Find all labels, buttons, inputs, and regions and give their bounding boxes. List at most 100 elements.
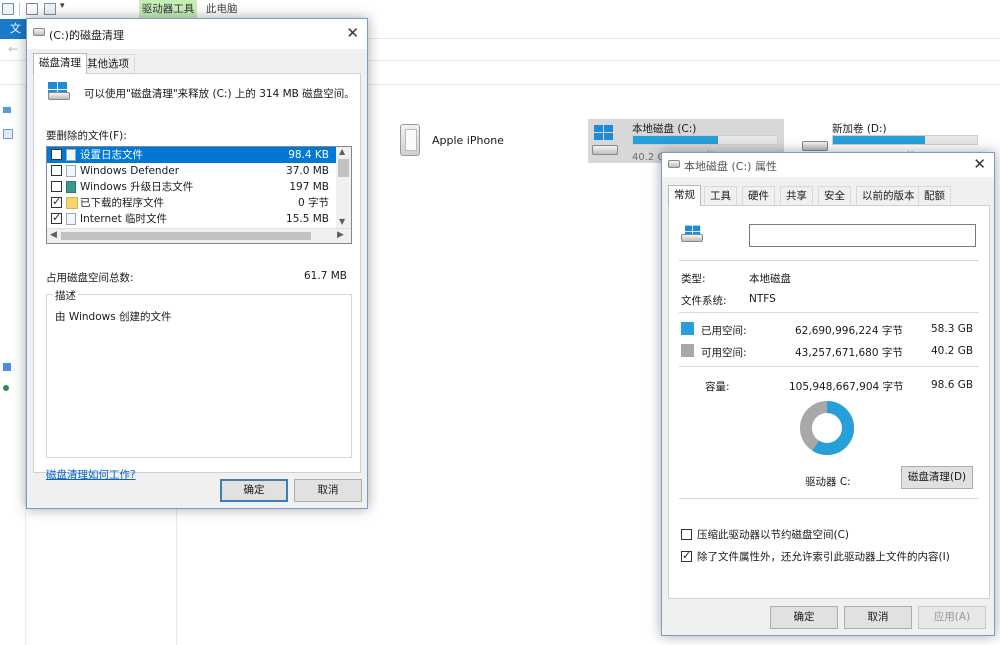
drive-letter-label: 驱动器 C: (805, 476, 851, 488)
new-folder-icon[interactable] (44, 3, 56, 15)
list-item[interactable]: 已下载的程序文件 0 字节 (47, 195, 337, 211)
apply-button[interactable]: 应用(A) (918, 606, 986, 629)
chevron-left-icon[interactable]: ◀ (50, 230, 57, 240)
free-space-bytes: 43,257,671,680 字节 (795, 347, 903, 359)
homegroup-icon[interactable] (3, 385, 9, 391)
tab-more-options[interactable]: 其他选项 (81, 54, 135, 73)
divider (679, 312, 979, 313)
divider (679, 498, 979, 499)
ok-button[interactable]: 确定 (770, 606, 838, 629)
capacity-bytes: 105,948,667,904 字节 (789, 381, 904, 393)
list-item[interactable]: Internet 临时文件 15.5 MB (47, 211, 337, 227)
tab-quota[interactable]: 配额 (918, 186, 951, 205)
tab-hardware[interactable]: 硬件 (742, 186, 775, 205)
drive-name: 新加卷 (D:) (832, 123, 887, 135)
index-label[interactable]: 除了文件属性外，还允许索引此驱动器上文件的内容(I) (697, 549, 950, 564)
tab-this-pc[interactable]: 此电脑 (206, 0, 238, 19)
free-space-gb: 40.2 GB (931, 345, 974, 357)
close-icon[interactable]: ✕ (346, 24, 359, 42)
file-name: Windows Defender (80, 165, 180, 177)
chevron-down-icon[interactable]: ▼ (339, 217, 345, 226)
ok-button[interactable]: 确定 (220, 479, 288, 502)
folder-icon (66, 197, 78, 209)
compress-label[interactable]: 压缩此驱动器以节约磁盘空间(C) (697, 527, 849, 542)
customize-dropdown-icon[interactable]: ▾ (60, 1, 65, 11)
used-space-swatch (681, 322, 694, 335)
drive-usage-fill (633, 136, 718, 144)
used-space-gb: 58.3 GB (931, 323, 974, 335)
divider (679, 260, 979, 261)
file-name: 已下载的程序文件 (80, 197, 164, 209)
toolbar-separator (19, 2, 20, 16)
drive-icon (33, 28, 45, 36)
cleanup-intro-text: 可以使用"磁盘清理"来释放 (C:) 上的 314 MB 磁盘空间。 (84, 88, 355, 100)
drive-name-input[interactable] (749, 224, 976, 247)
divider (679, 366, 979, 367)
onedrive-icon[interactable] (3, 107, 11, 113)
total-space-value: 61.7 MB (304, 270, 347, 282)
document-icon (66, 149, 76, 161)
used-space-bytes: 62,690,996,224 字节 (795, 325, 903, 337)
cancel-button[interactable]: 取消 (844, 606, 912, 629)
compress-checkbox[interactable] (681, 529, 692, 540)
hard-drive-icon (592, 145, 618, 155)
close-icon[interactable]: ✕ (973, 155, 986, 173)
capacity-gb: 98.6 GB (931, 379, 974, 391)
file-checkbox[interactable] (51, 181, 62, 192)
tab-drive-tools[interactable]: 驱动器工具 (139, 0, 197, 19)
disk-cleanup-button[interactable]: 磁盘清理(D) (901, 466, 973, 489)
dialog-title: 本地磁盘 (C:) 属性 (684, 160, 777, 173)
capacity-label: 容量: (705, 381, 730, 393)
tab-sharing[interactable]: 共享 (780, 186, 813, 205)
computer-icon[interactable] (2, 3, 14, 15)
back-arrow-icon[interactable]: ← (8, 42, 18, 56)
usage-donut-chart (800, 401, 854, 455)
document-icon (66, 213, 76, 225)
chevron-right-icon[interactable]: ▶ (337, 230, 344, 240)
general-panel: 类型: 本地磁盘 文件系统: NTFS 已用空间: 62,690,996,224… (668, 205, 990, 599)
file-checkbox[interactable] (51, 195, 62, 208)
how-cleanup-works-link[interactable]: 磁盘清理如何工作? (46, 467, 136, 482)
properties-icon[interactable] (26, 3, 38, 15)
properties-tabs: 常规 工具 硬件 共享 安全 以前的版本 配额 (668, 185, 988, 206)
index-checkbox[interactable] (681, 549, 692, 562)
file-size: 98.4 KB (288, 149, 329, 161)
tab-previous-versions[interactable]: 以前的版本 (856, 186, 921, 205)
navigation-pane (0, 85, 26, 645)
horizontal-scrollbar[interactable]: ◀ ▶ (47, 228, 351, 243)
scrollbar-thumb[interactable] (338, 159, 349, 177)
filesystem-label: 文件系统: (681, 295, 727, 307)
free-space-label: 可用空间: (701, 347, 747, 359)
tab-file[interactable]: 文 (0, 19, 28, 39)
tab-security[interactable]: 安全 (818, 186, 851, 205)
file-checkbox[interactable] (51, 149, 62, 160)
document-icon (66, 165, 76, 177)
pane-divider (176, 508, 177, 645)
tab-disk-cleanup[interactable]: 磁盘清理 (33, 53, 87, 74)
total-space-label: 占用磁盘空间总数: (46, 272, 134, 284)
hard-drive-icon (48, 92, 70, 100)
tab-general[interactable]: 常规 (668, 185, 701, 206)
chevron-up-icon[interactable]: ▲ (339, 147, 345, 156)
tab-tools[interactable]: 工具 (704, 186, 737, 205)
drive-usage-bar (632, 135, 778, 145)
device-iphone[interactable]: Apple iPhone (398, 122, 538, 162)
files-to-delete-label: 要删除的文件(F): (46, 130, 127, 142)
list-item[interactable]: Windows Defender 37.0 MB (47, 163, 337, 179)
network-icon[interactable] (3, 363, 11, 371)
cleanup-titlebar: (C:)的磁盘清理 ✕ (27, 19, 367, 49)
list-item[interactable]: Windows 升级日志文件 197 MB (47, 179, 337, 195)
file-checkbox[interactable] (51, 165, 62, 176)
list-item[interactable]: 设置日志文件 98.4 KB (47, 147, 337, 163)
used-space-label: 已用空间: (701, 325, 747, 337)
cleanup-panel: 可以使用"磁盘清理"来释放 (C:) 上的 314 MB 磁盘空间。 要删除的文… (33, 73, 361, 481)
drive-usage-fill (833, 136, 926, 144)
vertical-scrollbar[interactable]: ▲ ▼ (336, 147, 351, 229)
filesystem-value: NTFS (749, 293, 776, 305)
dialog-title: (C:)的磁盘清理 (49, 29, 124, 42)
cancel-button[interactable]: 取消 (294, 479, 362, 502)
device-name: Apple iPhone (432, 134, 504, 147)
this-pc-icon[interactable] (3, 129, 13, 139)
file-checkbox[interactable] (51, 211, 62, 224)
scrollbar-thumb[interactable] (61, 232, 311, 240)
